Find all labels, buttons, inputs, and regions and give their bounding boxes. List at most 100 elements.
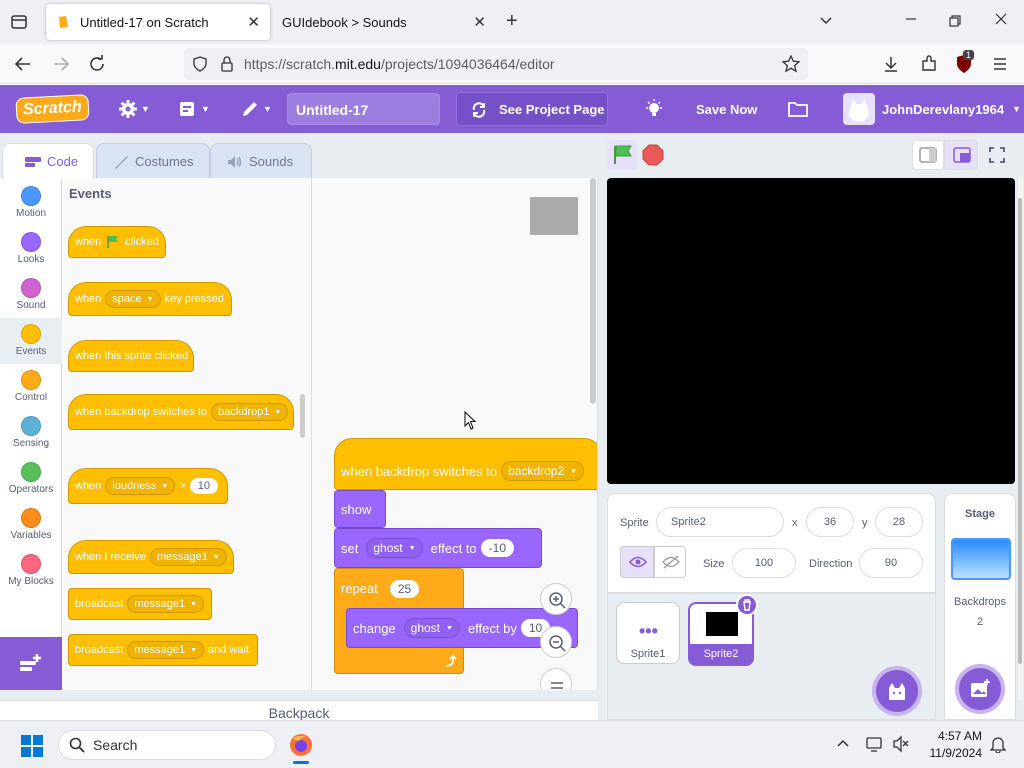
close-tab-icon[interactable]: ✕ xyxy=(473,13,486,31)
close-tab-icon[interactable]: ✕ xyxy=(247,13,260,31)
tab-scratch[interactable]: Untitled-17 on Scratch ✕ xyxy=(46,4,270,40)
category-operators[interactable]: Operators xyxy=(0,456,62,502)
tab-list-icon[interactable] xyxy=(10,13,28,31)
scratch-logo[interactable]: Scratch xyxy=(15,85,90,133)
hide-sprite-button[interactable] xyxy=(654,546,686,578)
backpack[interactable]: Backpack xyxy=(0,700,598,722)
bookmark-star-icon[interactable] xyxy=(782,55,800,73)
loudness-value[interactable]: 10 xyxy=(189,478,218,494)
backdrop-dropdown[interactable]: backdrop1 ▼ xyxy=(211,403,289,421)
workspace-scrollbar[interactable] xyxy=(590,178,596,404)
restore-icon[interactable] xyxy=(948,14,962,28)
project-title-input[interactable]: Untitled-17 xyxy=(287,93,440,125)
broadcast-and-wait-block[interactable]: broadcast message1 ▼ and wait xyxy=(68,634,258,666)
app-menu-icon[interactable] xyxy=(992,56,1008,72)
minimize-icon[interactable] xyxy=(904,12,918,26)
tab-code[interactable]: Code xyxy=(2,143,94,179)
clock-time[interactable]: 4:57 AM xyxy=(920,729,982,743)
category-sound[interactable]: Sound xyxy=(0,272,62,318)
url-bar[interactable]: https://scratch.mit.edu/projects/1094036… xyxy=(184,48,808,80)
page-scrollbar[interactable] xyxy=(1018,198,1022,664)
list-all-tabs-icon[interactable] xyxy=(818,12,834,28)
size-input[interactable]: 100 xyxy=(732,548,796,578)
effect-value-input[interactable]: -10 xyxy=(480,539,514,557)
close-window-icon[interactable] xyxy=(994,12,1008,26)
when-i-receive-block[interactable]: when I receive message1 ▼ xyxy=(68,540,234,574)
green-flag-button[interactable] xyxy=(607,140,637,170)
repeat-count-input[interactable]: 25 xyxy=(389,579,420,598)
stage-panel[interactable]: Stage Backdrops 2 xyxy=(944,493,1016,720)
account-menu[interactable]: JohnDerevlany1964 ▼ xyxy=(843,85,1021,133)
turbo-mode-button[interactable] xyxy=(644,85,664,133)
lock-icon[interactable] xyxy=(220,56,234,72)
category-motion[interactable]: Motion xyxy=(0,180,62,226)
category-variables[interactable]: Variables xyxy=(0,502,62,548)
show-sprite-button[interactable] xyxy=(620,546,654,578)
effect-dropdown[interactable]: ghost ▼ xyxy=(403,618,460,638)
see-project-page-button[interactable]: See Project Page xyxy=(456,92,608,126)
settings-menu[interactable]: ▼ xyxy=(118,85,150,133)
small-stage-button[interactable] xyxy=(912,140,944,170)
volume-muted-icon[interactable] xyxy=(892,735,910,753)
code-workspace[interactable]: when backdrop switches to backdrop2 ▼ sho… xyxy=(312,178,598,690)
tracking-shield-icon[interactable] xyxy=(192,56,208,72)
sprite-name-input[interactable]: Sprite2 xyxy=(656,507,784,537)
category-control[interactable]: Control xyxy=(0,364,62,410)
tab-sounds[interactable]: Sounds xyxy=(210,143,312,179)
fullscreen-button[interactable] xyxy=(988,146,1006,164)
category-sensing[interactable]: Sensing xyxy=(0,410,62,456)
new-tab-icon[interactable]: + xyxy=(506,10,518,33)
firefox-taskbar-button[interactable] xyxy=(288,729,314,764)
back-icon[interactable] xyxy=(14,56,32,72)
show-hidden-icons[interactable] xyxy=(836,737,850,749)
set-effect-block[interactable]: set ghost ▼ effect to -10 xyxy=(334,528,542,568)
clock-date[interactable]: 11/9/2024 xyxy=(920,746,983,760)
when-backdrop-switches-block[interactable]: when backdrop switches to backdrop1 ▼ xyxy=(68,394,294,430)
large-stage-button[interactable] xyxy=(944,140,978,170)
forward-icon[interactable] xyxy=(52,56,70,72)
repeat-block[interactable]: repeat 25 xyxy=(334,568,464,608)
message-dropdown[interactable]: message1 ▼ xyxy=(127,595,205,613)
sprite-tile-sprite1[interactable]: ••• Sprite1 xyxy=(616,602,680,664)
message-dropdown[interactable]: message1 ▼ xyxy=(149,548,227,566)
when-backdrop-switches-hat[interactable]: when backdrop switches to backdrop2 ▼ xyxy=(334,438,597,490)
save-now-button[interactable]: Save Now xyxy=(696,85,757,133)
x-input[interactable]: 36 xyxy=(806,507,854,537)
when-sprite-clicked-block[interactable]: when this sprite clicked xyxy=(68,340,194,372)
category-events[interactable]: Events xyxy=(0,318,62,364)
my-stuff-button[interactable] xyxy=(787,85,809,133)
category-my-blocks[interactable]: My Blocks xyxy=(0,548,62,594)
sensor-dropdown[interactable]: loudness ▼ xyxy=(105,477,176,495)
delete-sprite-button[interactable] xyxy=(736,594,758,616)
category-looks[interactable]: Looks xyxy=(0,226,62,272)
stop-button[interactable] xyxy=(642,144,664,166)
when-key-pressed-block[interactable]: when space ▼ key pressed xyxy=(68,282,232,316)
message-dropdown[interactable]: message1 ▼ xyxy=(127,641,205,659)
y-input[interactable]: 28 xyxy=(875,507,923,537)
effect-dropdown[interactable]: ghost ▼ xyxy=(366,538,423,558)
file-menu[interactable]: ▼ xyxy=(178,85,210,133)
backdrop-dropdown[interactable]: backdrop2 ▼ xyxy=(501,461,585,481)
network-icon[interactable] xyxy=(866,735,884,753)
extensions-icon[interactable] xyxy=(920,55,938,73)
when-loudness-block[interactable]: when loudness ▼ > 10 xyxy=(68,468,228,504)
when-flag-clicked-block[interactable]: when clicked xyxy=(68,226,166,258)
tab-guidebook[interactable]: GUIdebook > Sounds ✕ xyxy=(272,4,496,40)
add-extension-button[interactable] xyxy=(0,637,62,690)
choose-backdrop-button[interactable] xyxy=(955,664,1005,714)
downloads-icon[interactable] xyxy=(882,55,900,73)
stage-canvas[interactable] xyxy=(607,178,1015,484)
direction-input[interactable]: 90 xyxy=(859,548,923,578)
sprite-tile-sprite2[interactable]: Sprite2 xyxy=(688,594,758,666)
tab-costumes[interactable]: Costumes xyxy=(96,143,210,179)
zoom-in-button[interactable] xyxy=(540,583,572,615)
notifications-bell-icon[interactable] xyxy=(990,735,1006,753)
ublock-icon[interactable]: 1 xyxy=(955,50,975,74)
zoom-out-button[interactable] xyxy=(540,626,572,658)
taskbar-search-box[interactable]: Search xyxy=(58,730,276,760)
broadcast-block[interactable]: broadcast message1 ▼ xyxy=(68,588,212,620)
edit-menu[interactable]: ▼ xyxy=(240,85,272,133)
reload-icon[interactable] xyxy=(88,55,106,73)
choose-sprite-button[interactable] xyxy=(872,666,922,716)
key-dropdown[interactable]: space ▼ xyxy=(105,290,161,308)
